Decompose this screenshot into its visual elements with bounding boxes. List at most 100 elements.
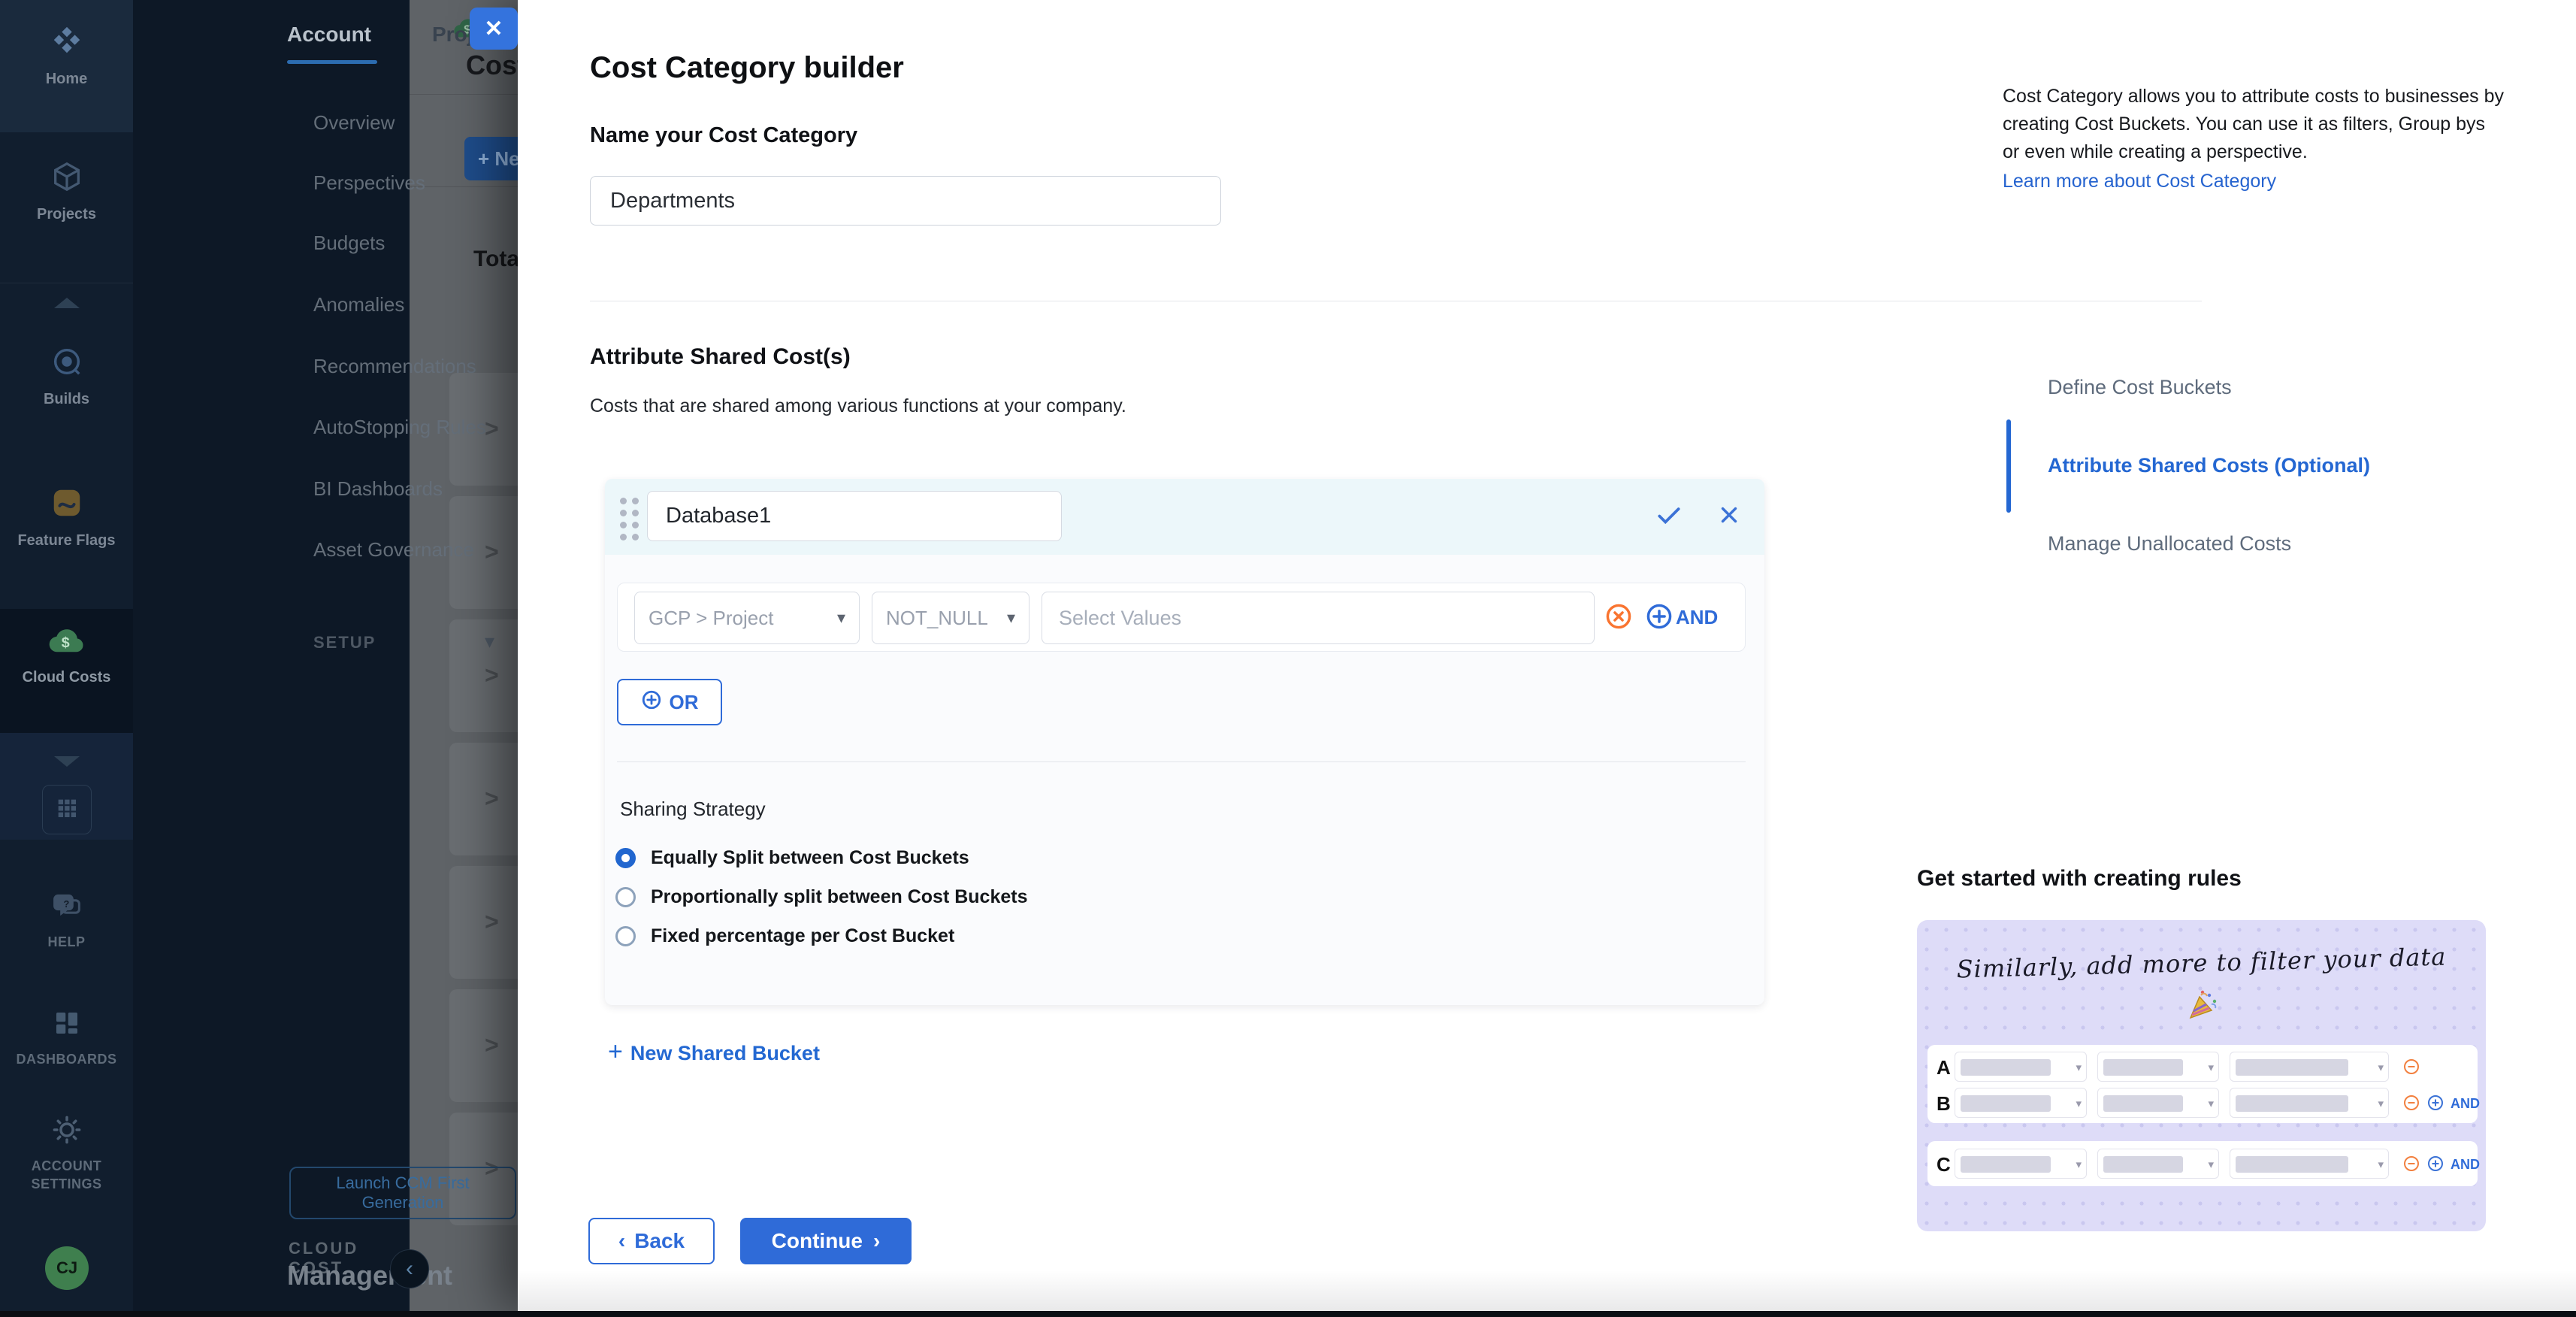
radio-fixed-percentage[interactable]: Fixed percentage per Cost Bucket bbox=[615, 925, 954, 947]
mini-dropdown: ▾ bbox=[1955, 1052, 2087, 1082]
harness-app: Home Projects Builds Feature Flags $ bbox=[0, 0, 2576, 1317]
illustration-rule-row: A ▾ ▾ ▾ bbox=[1927, 1050, 2478, 1083]
remove-rule-button[interactable] bbox=[1604, 603, 1634, 633]
cancel-bucket-button[interactable] bbox=[1714, 501, 1744, 531]
dashboards-icon bbox=[51, 1007, 83, 1043]
chevron-down-icon: ▾ bbox=[837, 608, 845, 628]
sidebar-item-builds[interactable]: Builds bbox=[0, 344, 133, 408]
sidebar-item-perspectives[interactable]: Perspectives bbox=[313, 171, 425, 195]
sidebar-section-setup[interactable]: SETUP bbox=[313, 633, 376, 652]
cost-category-name-input[interactable] bbox=[590, 176, 1221, 226]
sidebar-item-help[interactable]: ? HELP bbox=[0, 892, 133, 951]
back-button[interactable]: ‹ Back bbox=[588, 1218, 715, 1264]
scroll-down-icon[interactable] bbox=[54, 756, 80, 767]
sidebar-item-autostopping-rules[interactable]: AutoStopping Rules bbox=[313, 416, 486, 439]
feature-flags-icon bbox=[50, 486, 84, 524]
tab-account[interactable]: Account bbox=[287, 23, 371, 47]
radio-equally-split[interactable]: Equally Split between Cost Buckets bbox=[615, 847, 969, 869]
mini-dropdown: ▾ bbox=[2230, 1149, 2389, 1179]
radio-icon[interactable] bbox=[615, 887, 636, 907]
illustration-rule-card: C ▾ ▾ ▾ AND bbox=[1927, 1141, 2478, 1186]
sidebar-item-account-settings[interactable]: ACCOUNT SETTINGS bbox=[0, 1114, 133, 1193]
module-sidebar: Home Projects Builds Feature Flags $ bbox=[0, 0, 133, 1317]
sidebar-item-overview[interactable]: Overview bbox=[313, 111, 395, 135]
sidebar-item-budgets[interactable]: Budgets bbox=[313, 232, 385, 255]
sidebar-item-asset-governance[interactable]: Asset Governance bbox=[313, 538, 474, 562]
sidebar-item-label: Cloud Costs bbox=[23, 668, 111, 686]
drag-handle[interactable] bbox=[620, 498, 639, 540]
shared-bucket-card-header bbox=[605, 479, 1764, 555]
learn-more-link[interactable]: Learn more about Cost Category bbox=[2003, 168, 2276, 195]
radio-label: Fixed percentage per Cost Bucket bbox=[651, 925, 954, 947]
builds-icon bbox=[50, 344, 84, 383]
radio-proportionally-split[interactable]: Proportionally split between Cost Bucket… bbox=[615, 886, 1027, 908]
chevron-right-icon: > bbox=[485, 662, 499, 689]
user-avatar[interactable]: CJ bbox=[45, 1246, 89, 1290]
cost-category-builder-drawer: Cost Category builder Name your Cost Cat… bbox=[518, 0, 2576, 1311]
minus-circle-icon bbox=[2402, 1094, 2420, 1116]
launch-ccm-first-gen-button[interactable]: Launch CCM First Generation bbox=[289, 1167, 516, 1219]
chevron-right-icon: > bbox=[485, 415, 499, 443]
svg-text:$: $ bbox=[61, 634, 69, 651]
rule-operator-value: NOT_NULL bbox=[886, 607, 988, 630]
cloud-costs-icon: $ bbox=[48, 625, 86, 661]
party-popper-icon bbox=[2184, 986, 2221, 1026]
rule-row: GCP > Project ▾ NOT_NULL ▾ AND bbox=[617, 583, 1746, 652]
confirm-bucket-button[interactable] bbox=[1654, 501, 1684, 531]
mini-dropdown: ▾ bbox=[2097, 1052, 2219, 1082]
scroll-up-icon[interactable] bbox=[54, 298, 80, 308]
radio-icon[interactable] bbox=[615, 926, 636, 946]
mini-dropdown: ▾ bbox=[2230, 1052, 2389, 1082]
shared-costs-heading: Attribute Shared Cost(s) bbox=[590, 344, 851, 370]
sidebar-item-projects[interactable]: Projects bbox=[0, 159, 133, 223]
sidebar-item-label: Feature Flags bbox=[17, 531, 115, 550]
sidebar-item-dashboards[interactable]: DASHBOARDS bbox=[0, 1007, 133, 1068]
continue-button[interactable]: Continue › bbox=[740, 1218, 912, 1264]
add-circle-icon bbox=[1645, 602, 1673, 634]
close-icon bbox=[1716, 502, 1742, 531]
sidebar-item-label: Home bbox=[46, 70, 88, 88]
add-condition-button[interactable] bbox=[1644, 603, 1674, 633]
rule-operator-dropdown[interactable]: NOT_NULL ▾ bbox=[872, 592, 1029, 644]
radio-label: Proportionally split between Cost Bucket… bbox=[651, 886, 1027, 908]
rule-field-dropdown[interactable]: GCP > Project ▾ bbox=[634, 592, 860, 644]
step-manage-unallocated-costs[interactable]: Manage Unallocated Costs bbox=[2048, 532, 2291, 556]
sidebar-item-recommendations[interactable]: Recommendations bbox=[313, 355, 476, 378]
or-button[interactable]: OR bbox=[617, 679, 722, 725]
sidebar-item-bi-dashboards[interactable]: BI Dashboards bbox=[313, 477, 443, 501]
bucket-name-input[interactable] bbox=[647, 491, 1062, 541]
new-shared-bucket-button[interactable]: + New Shared Bucket bbox=[608, 1040, 820, 1067]
get-started-heading: Get started with creating rules bbox=[1917, 866, 2242, 892]
name-label: Name your Cost Category bbox=[590, 123, 857, 148]
page-bottom-edge bbox=[0, 1311, 2576, 1317]
plus-icon: + bbox=[608, 1037, 623, 1067]
sidebar-item-cloud-costs[interactable]: $ Cloud Costs bbox=[0, 609, 133, 733]
mini-dropdown: ▾ bbox=[2097, 1149, 2219, 1179]
help-icon: ? bbox=[50, 892, 83, 925]
chevron-right-icon: > bbox=[485, 785, 499, 813]
and-button[interactable]: AND bbox=[1676, 606, 1718, 629]
row-letter: C bbox=[1937, 1153, 1951, 1176]
or-label: OR bbox=[670, 691, 699, 714]
add-circle-icon bbox=[2426, 1094, 2444, 1116]
mini-dropdown: ▾ bbox=[1955, 1149, 2087, 1179]
add-circle-icon bbox=[2426, 1155, 2444, 1176]
chevron-left-icon: ‹ bbox=[618, 1229, 625, 1253]
sidebar-item-anomalies[interactable]: Anomalies bbox=[313, 293, 404, 316]
radio-selected-icon[interactable] bbox=[615, 848, 636, 868]
step-attribute-shared-costs[interactable]: Attribute Shared Costs (Optional) bbox=[2048, 454, 2370, 477]
and-label: AND bbox=[2451, 1096, 2480, 1112]
grid-icon bbox=[54, 795, 80, 825]
chevron-down-icon[interactable]: ▾ bbox=[485, 630, 494, 653]
step-define-cost-buckets[interactable]: Define Cost Buckets bbox=[2048, 376, 2232, 399]
module-browser-button[interactable] bbox=[42, 785, 92, 834]
sidebar-item-feature-flags[interactable]: Feature Flags bbox=[0, 486, 133, 550]
row-letter: B bbox=[1937, 1092, 1951, 1116]
illustration-rule-row: B ▾ ▾ ▾ AND bbox=[1927, 1086, 2478, 1119]
sidebar-item-home[interactable]: Home bbox=[0, 18, 133, 108]
collapse-sidebar-button[interactable]: ‹ bbox=[390, 1249, 429, 1288]
chevron-right-icon: > bbox=[485, 908, 499, 936]
close-drawer-button[interactable]: ✕ bbox=[470, 8, 518, 50]
page-title: Cost Category builder bbox=[590, 51, 904, 85]
rule-values-input[interactable] bbox=[1042, 592, 1595, 644]
